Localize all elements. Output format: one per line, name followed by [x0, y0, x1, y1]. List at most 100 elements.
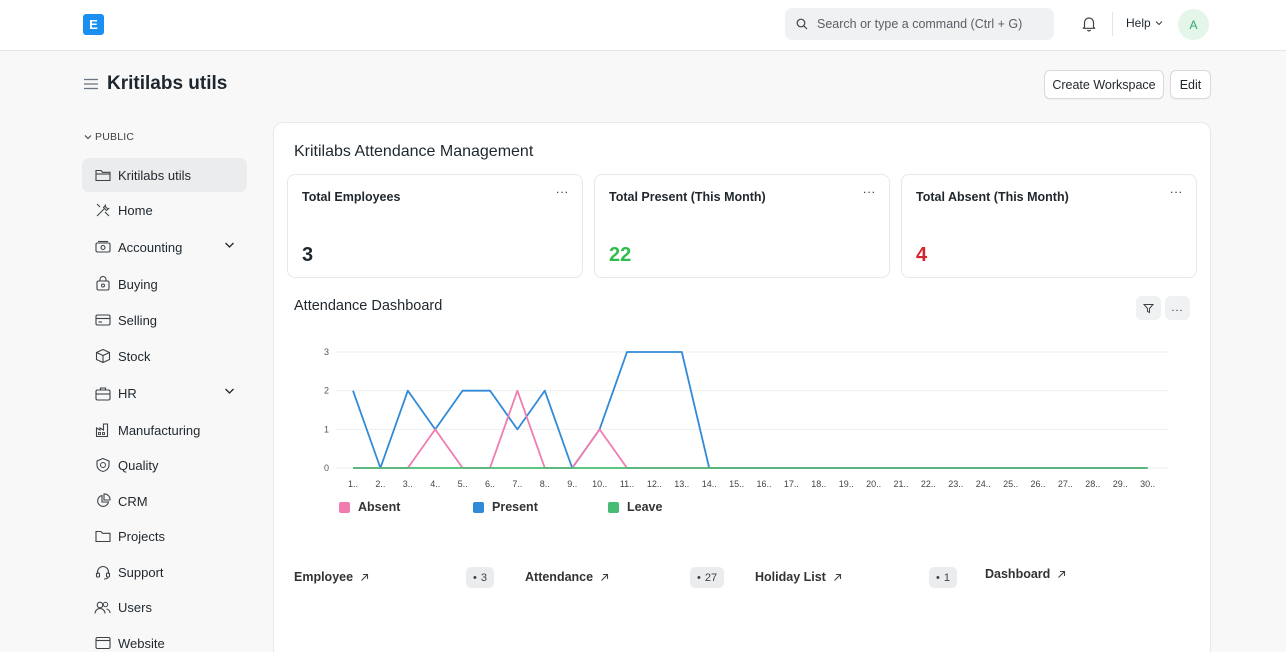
help-label: Help [1126, 16, 1151, 30]
sidebar-item-website[interactable]: Website [82, 626, 247, 652]
sidebar-item-label: Users [118, 599, 152, 615]
sidebar-item-kritilabs-utils[interactable]: Kritilabs utils [82, 158, 247, 192]
shortcut-label: Attendance [525, 570, 594, 584]
section-title: Kritilabs Attendance Management [294, 143, 534, 160]
x-tick-label: 10.. [592, 479, 607, 489]
app-logo[interactable]: E [83, 14, 104, 35]
count-value: 27 [704, 571, 718, 584]
search-bar[interactable]: Search or type a command (Ctrl + G) [785, 8, 1054, 40]
x-tick-label: 11.. [620, 479, 634, 489]
number-card-label: Total Absent (This Month) [916, 190, 1069, 204]
sidebar-item-label: Accounting [118, 239, 183, 255]
sidebar-item-label: HR [118, 385, 137, 401]
sidebar-item-manufacturing[interactable]: Manufacturing [82, 413, 247, 447]
chevron-down-icon [84, 135, 92, 140]
card-menu-button[interactable]: ... [863, 182, 876, 196]
shortcut-holiday-list[interactable]: Holiday List [755, 570, 842, 584]
y-tick-label: 3 [324, 347, 329, 357]
chevron-down-icon [1155, 21, 1163, 26]
x-tick-label: 4.. [430, 479, 440, 489]
x-tick-label: 12.. [647, 479, 662, 489]
projects-icon [94, 528, 111, 545]
card-menu-button[interactable]: ... [556, 182, 569, 196]
accounting-icon [94, 239, 111, 256]
number-card-value: 3 [302, 244, 314, 266]
sidebar-item-crm[interactable]: CRM [82, 484, 247, 518]
sidebar-item-label: Stock [118, 348, 151, 364]
shortcut-dashboard[interactable]: Dashboard [985, 567, 1066, 581]
series-line-present [352, 351, 1148, 469]
shortcut-employee[interactable]: Employee [294, 570, 369, 584]
sidebar-section-public[interactable]: PUBLIC [84, 131, 134, 143]
notification-bell-icon[interactable] [1081, 15, 1097, 35]
sidebar-item-stock[interactable]: Stock [82, 339, 247, 373]
selling-icon [94, 312, 111, 329]
x-tick-label: 14.. [702, 479, 717, 489]
card-menu-button[interactable]: ... [1170, 182, 1183, 196]
chart-menu-button[interactable]: ... [1165, 296, 1190, 320]
x-tick-label: 15.. [729, 479, 744, 489]
create-workspace-button[interactable]: Create Workspace [1044, 70, 1164, 99]
x-tick-label: 29.. [1113, 479, 1128, 489]
number-card-value: 22 [609, 244, 632, 266]
y-tick-label: 2 [324, 386, 329, 396]
sidebar-item-label: Buying [118, 276, 158, 292]
legend-item-leave[interactable]: Leave [608, 500, 662, 514]
sidebar-toggle-icon[interactable] [84, 78, 98, 93]
x-tick-label: 28.. [1085, 479, 1100, 489]
top-navbar: E Search or type a command (Ctrl + G) He… [0, 0, 1286, 51]
legend-item-present[interactable]: Present [473, 500, 538, 514]
sidebar-item-users[interactable]: Users [82, 590, 247, 624]
edit-button[interactable]: Edit [1170, 70, 1211, 99]
number-card-total-employees[interactable]: Total Employees ... 3 [287, 174, 583, 278]
number-card-total-present[interactable]: Total Present (This Month) ... 22 [594, 174, 890, 278]
search-placeholder: Search or type a command (Ctrl + G) [817, 17, 1023, 31]
shortcut-label: Holiday List [755, 570, 826, 584]
legend-label: Leave [627, 500, 663, 514]
user-avatar[interactable]: A [1178, 9, 1209, 40]
sidebar-item-hr[interactable]: HR [82, 376, 247, 410]
sidebar-item-accounting[interactable]: Accounting [82, 230, 247, 264]
legend-label: Absent [358, 500, 401, 514]
x-tick-label: 3.. [403, 479, 413, 489]
legend-item-absent[interactable]: Absent [339, 500, 400, 514]
shortcut-label: Dashboard [985, 567, 1051, 581]
filter-icon [1143, 303, 1154, 313]
sidebar-item-label: Projects [118, 528, 165, 544]
headset-icon [94, 564, 111, 581]
x-tick-label: 9.. [567, 479, 577, 489]
sidebar-item-selling[interactable]: Selling [82, 303, 247, 337]
chart-filter-button[interactable] [1136, 296, 1161, 320]
legend-swatch [608, 501, 619, 513]
sidebar-item-projects[interactable]: Projects [82, 519, 247, 553]
count-value: 3 [480, 571, 487, 584]
sidebar-item-label: Selling [118, 312, 158, 328]
number-card-total-absent[interactable]: Total Absent (This Month) ... 4 [901, 174, 1197, 278]
shortcut-count-badge: • 27 [690, 567, 725, 588]
x-tick-label: 1.. [348, 479, 358, 489]
chart-title: Attendance Dashboard [294, 298, 443, 314]
shortcut-count-badge: • 1 [929, 567, 957, 588]
chevron-down-icon[interactable] [224, 241, 235, 249]
sidebar-item-label: Kritilabs utils [118, 167, 191, 183]
x-tick-label: 27.. [1058, 479, 1073, 489]
sidebar-item-label: Manufacturing [118, 422, 201, 438]
shortcut-attendance[interactable]: Attendance [525, 570, 609, 584]
sidebar-item-label: CRM [118, 493, 148, 509]
arrow-up-right-icon [361, 573, 369, 581]
help-dropdown[interactable]: Help [1126, 16, 1163, 30]
chevron-down-icon[interactable] [224, 387, 235, 395]
x-tick-label: 23.. [948, 479, 963, 489]
navbar-divider [1112, 12, 1113, 36]
sidebar-item-buying[interactable]: Buying [82, 267, 247, 301]
sidebar-item-support[interactable]: Support [82, 555, 247, 589]
website-icon [94, 635, 111, 652]
y-tick-label: 1 [324, 424, 329, 434]
x-tick-label: 8.. [540, 479, 550, 489]
factory-icon [94, 422, 111, 439]
box-icon [94, 348, 111, 365]
sidebar-item-quality[interactable]: Quality [82, 448, 247, 482]
x-tick-label: 18.. [811, 479, 826, 489]
sidebar-item-label: Support [118, 564, 164, 580]
sidebar-item-home[interactable]: Home [82, 193, 247, 227]
